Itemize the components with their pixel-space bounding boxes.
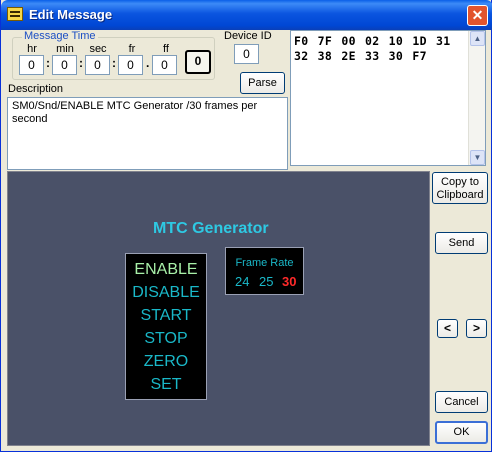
parse-button[interactable]: Parse <box>240 72 285 94</box>
copy-label-line1: Copy to <box>441 176 479 188</box>
time-separator: : <box>79 56 83 70</box>
time-separator: . <box>146 56 150 70</box>
frame-rate-24[interactable]: 24 <box>235 274 249 289</box>
hr-field[interactable]: 0 <box>19 55 44 75</box>
hex-bytes: F0 7F 00 02 10 1D 31 32 38 2E 33 30 F7 <box>294 34 451 63</box>
menu-item-start[interactable]: START <box>126 307 206 325</box>
description-label: Description <box>8 83 64 95</box>
copy-to-clipboard-button[interactable]: Copy to Clipboard <box>432 172 488 204</box>
menu-item-disable[interactable]: DISABLE <box>126 284 206 302</box>
menu-item-set[interactable]: SET <box>126 376 206 394</box>
menu-item-zero[interactable]: ZERO <box>126 353 206 371</box>
previous-arrow-icon[interactable]: < <box>437 319 458 338</box>
device-id-field[interactable]: 0 <box>234 44 259 64</box>
min-field[interactable]: 0 <box>52 55 77 75</box>
time-separator: : <box>46 56 50 70</box>
frame-rate-label: Frame Rate <box>235 257 294 269</box>
fr-label: fr <box>128 43 136 55</box>
zero-time-button[interactable]: 0 <box>185 50 211 74</box>
ff-label: ff <box>163 43 169 55</box>
sec-field[interactable]: 0 <box>85 55 110 75</box>
ok-button[interactable]: OK <box>435 421 488 444</box>
mtc-generator-panel: MTC Generator ENABLE DISABLE START STOP … <box>7 171 430 446</box>
frame-field[interactable]: 0 <box>118 55 143 75</box>
scroll-up-icon[interactable]: ▲ <box>470 31 485 46</box>
command-list: ENABLE DISABLE START STOP ZERO SET <box>125 253 207 400</box>
hr-label: hr <box>27 43 37 55</box>
menu-item-enable[interactable]: ENABLE <box>126 261 206 279</box>
hex-output[interactable]: F0 7F 00 02 10 1D 31 32 38 2E 33 30 F7 ▲… <box>290 30 486 166</box>
send-button[interactable]: Send <box>435 232 488 254</box>
frame-rate-25[interactable]: 25 <box>259 274 273 289</box>
window-title: Edit Message <box>29 7 113 22</box>
close-button[interactable]: ✕ <box>467 5 488 26</box>
frame-rate-30[interactable]: 30 <box>282 274 296 289</box>
title-bar[interactable]: Edit Message ✕ <box>1 0 492 30</box>
scroll-down-icon[interactable]: ▼ <box>470 150 485 165</box>
time-separator: : <box>112 56 116 70</box>
device-id-label: Device ID <box>224 30 272 42</box>
cancel-button[interactable]: Cancel <box>435 391 488 413</box>
panel-title: MTC Generator <box>153 220 269 237</box>
subframe-field[interactable]: 0 <box>152 55 177 75</box>
menu-item-stop[interactable]: STOP <box>126 330 206 348</box>
next-arrow-icon[interactable]: > <box>466 319 487 338</box>
description-field[interactable]: SM0/Snd/ENABLE MTC Generator /30 frames … <box>7 97 288 170</box>
min-label: min <box>56 43 74 55</box>
edit-message-window: Edit Message ✕ Message Time hr min sec f… <box>0 0 492 452</box>
sec-label: sec <box>89 43 107 55</box>
message-icon <box>7 7 23 21</box>
hex-scrollbar[interactable]: ▲ ▼ <box>468 31 485 165</box>
frame-rate-box: Frame Rate 24 25 30 <box>225 247 304 295</box>
copy-label-line2: Clipboard <box>436 189 484 201</box>
message-time-legend: Message Time <box>22 30 98 42</box>
